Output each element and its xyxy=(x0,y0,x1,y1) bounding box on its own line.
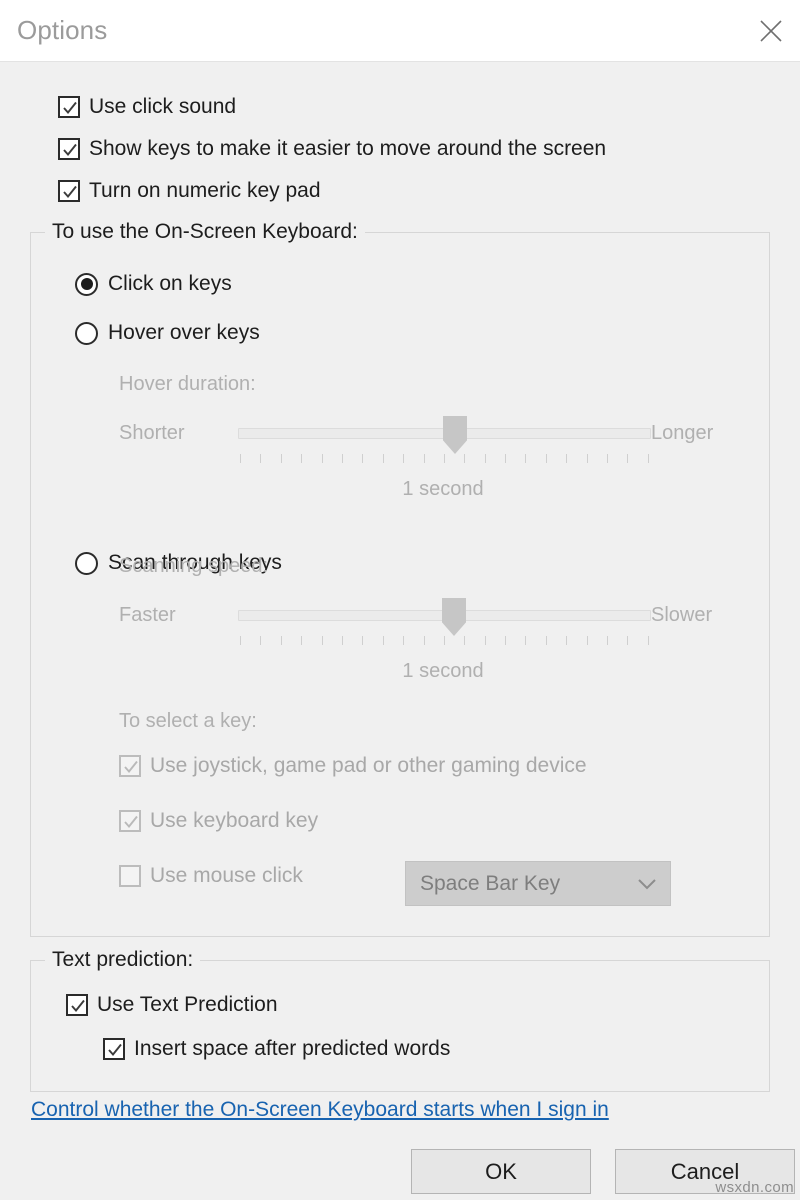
checkbox-use-click-sound[interactable]: Use click sound xyxy=(58,95,236,119)
checkbox-box xyxy=(66,994,88,1016)
checkbox-label: Use mouse click xyxy=(150,864,303,887)
radio-circle xyxy=(75,321,98,345)
radio-label: Hover over keys xyxy=(108,321,260,344)
checkbox-label: Use joystick, game pad or other gaming d… xyxy=(150,754,587,777)
radio-label: Click on keys xyxy=(108,272,232,295)
checkbox-box xyxy=(119,810,141,832)
scanning-speed-caption: Scanning speed: xyxy=(119,555,269,577)
ok-button-label: OK xyxy=(485,1158,517,1184)
hover-duration-caption: Hover duration: xyxy=(119,373,256,395)
keyboard-key-dropdown[interactable]: Space Bar Key xyxy=(405,861,671,906)
checkbox-box xyxy=(119,755,141,777)
scanning-speed-value: 1 second xyxy=(402,660,484,682)
close-icon xyxy=(758,18,784,44)
radio-click-on-keys[interactable]: Click on keys xyxy=(75,272,232,296)
hover-duration-left-label: Shorter xyxy=(119,422,185,444)
checkbox-label: Turn on numeric key pad xyxy=(89,179,321,202)
checkbox-label: Use click sound xyxy=(89,95,237,118)
radio-dot xyxy=(80,278,93,290)
hover-duration-slider-thumb[interactable] xyxy=(443,416,467,454)
group-legend-onscreen-keyboard: To use the On-Screen Keyboard: xyxy=(45,220,365,244)
close-button[interactable] xyxy=(742,1,800,61)
checkbox-box xyxy=(58,138,80,160)
checkbox-use-mouse-click[interactable]: Use mouse click xyxy=(119,864,303,888)
scanning-speed-left-label: Faster xyxy=(119,604,176,626)
checkbox-label: Insert space after predicted words xyxy=(134,1037,451,1060)
startup-control-link[interactable]: Control whether the On-Screen Keyboard s… xyxy=(31,1098,609,1122)
watermark: wsxdn.com xyxy=(715,1179,794,1196)
scanning-speed-slider-track[interactable] xyxy=(238,598,651,636)
checkbox-insert-space[interactable]: Insert space after predicted words xyxy=(103,1037,450,1061)
group-text-prediction: Text prediction: Use Text Prediction Ins… xyxy=(30,948,770,1092)
hover-duration-slider-ticks xyxy=(240,454,649,463)
checkbox-box xyxy=(119,865,141,887)
hover-duration-slider-track[interactable] xyxy=(238,416,651,454)
window-title: Options xyxy=(17,15,108,45)
scanning-speed-slider-ticks xyxy=(240,636,649,645)
checkbox-label: Use Text Prediction xyxy=(97,993,278,1016)
hover-duration-right-label: Longer xyxy=(651,422,714,444)
scanning-speed-slider-thumb[interactable] xyxy=(442,598,466,636)
radio-hover-over-keys[interactable]: Hover over keys xyxy=(75,321,260,345)
radio-circle xyxy=(75,272,98,296)
group-onscreen-keyboard: To use the On-Screen Keyboard: Click on … xyxy=(30,220,770,937)
checkbox-label: Show keys to make it easier to move arou… xyxy=(89,137,607,160)
checkbox-label: Use keyboard key xyxy=(150,809,319,832)
ok-button[interactable]: OK xyxy=(411,1149,591,1194)
checkbox-box xyxy=(58,180,80,202)
scanning-speed-right-label: Slower xyxy=(651,604,713,626)
group-legend-text-prediction: Text prediction: xyxy=(45,948,201,972)
checkbox-use-keyboard-key[interactable]: Use keyboard key xyxy=(119,809,318,833)
checkbox-use-text-prediction[interactable]: Use Text Prediction xyxy=(66,993,278,1017)
checkbox-box xyxy=(103,1038,125,1060)
radio-circle xyxy=(75,551,98,575)
checkbox-use-joystick[interactable]: Use joystick, game pad or other gaming d… xyxy=(119,754,587,778)
keyboard-key-dropdown-value: Space Bar Key xyxy=(420,871,561,895)
checkbox-numeric-keypad[interactable]: Turn on numeric key pad xyxy=(58,179,321,203)
checkbox-show-keys[interactable]: Show keys to make it easier to move arou… xyxy=(58,137,606,161)
dialog-body: Use click sound Show keys to make it eas… xyxy=(0,62,800,1200)
chevron-down-icon xyxy=(636,877,658,891)
checkbox-box xyxy=(58,96,80,118)
titlebar: Options xyxy=(0,0,800,62)
hover-duration-value: 1 second xyxy=(402,478,484,500)
select-key-caption: To select a key: xyxy=(119,710,257,732)
